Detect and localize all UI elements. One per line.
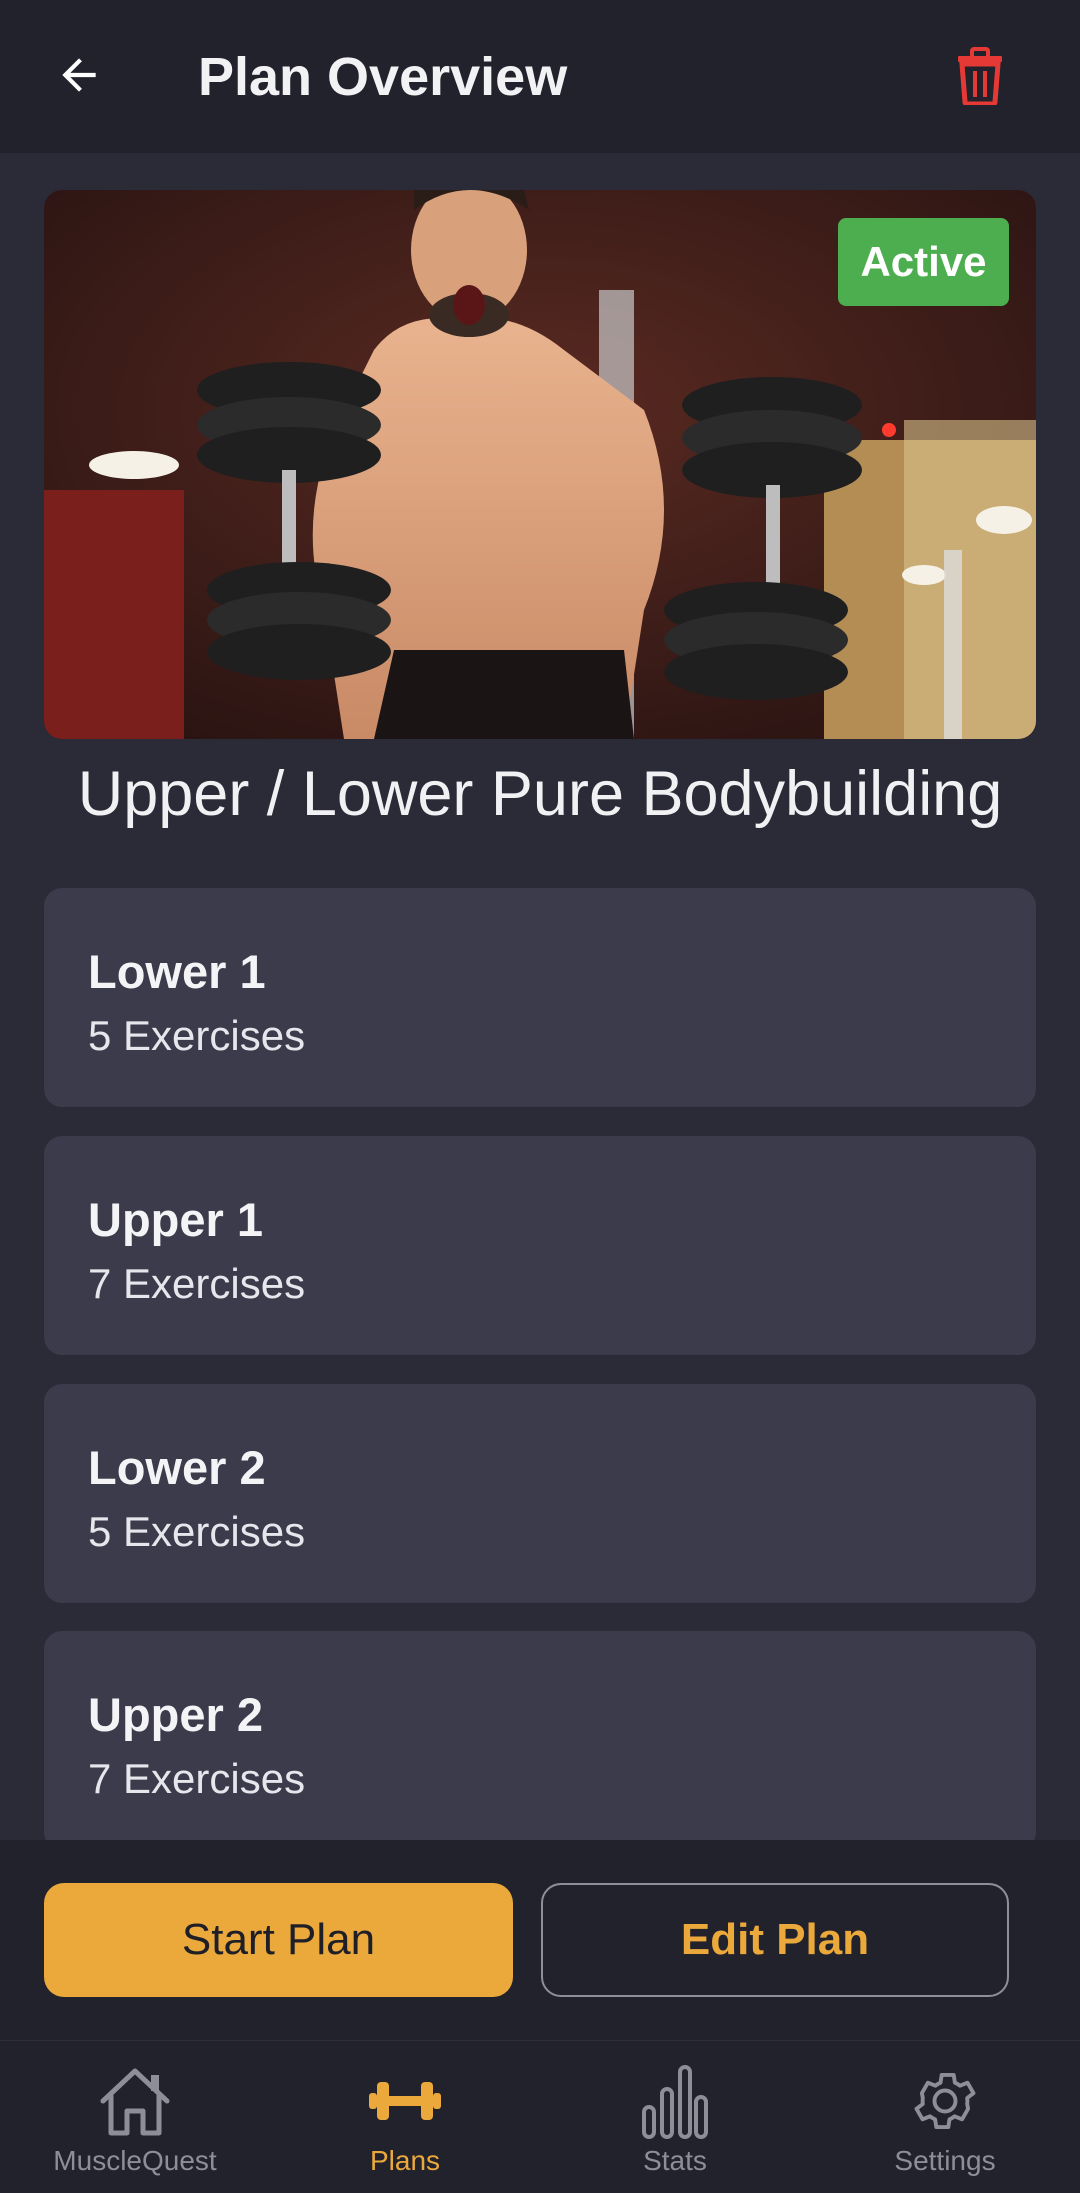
page-title: Plan Overview — [198, 47, 568, 107]
workout-card[interactable]: Upper 1 7 Exercises — [44, 1136, 1036, 1355]
home-icon — [100, 2068, 170, 2136]
workout-exercise-count: 7 Exercises — [88, 1755, 306, 1802]
top-app-bar: Plan Overview — [0, 0, 1080, 153]
nav-item-stats[interactable]: Stats — [540, 2041, 810, 2193]
workout-title: Lower 1 — [88, 945, 266, 998]
nav-label: Plans — [369, 2145, 441, 2176]
plan-action-bar: Start Plan Edit Plan — [0, 1840, 1080, 2040]
back-button[interactable] — [44, 40, 114, 110]
nav-item-plans[interactable]: Plans — [270, 2041, 540, 2193]
delete-plan-button[interactable] — [945, 40, 1015, 112]
workout-list[interactable]: Lower 1 5 Exercises Upper 1 7 Exercises … — [0, 880, 1080, 1840]
workout-card[interactable]: Lower 2 5 Exercises — [44, 1384, 1036, 1603]
workout-title: Lower 2 — [88, 1441, 266, 1494]
workout-card[interactable]: Upper 2 7 Exercises — [44, 1631, 1036, 1840]
gear-icon — [914, 2072, 976, 2130]
bar-chart-icon — [642, 2065, 708, 2139]
nav-label: Settings — [894, 2145, 996, 2176]
trash-icon — [958, 47, 1002, 105]
workout-exercise-count: 5 Exercises — [88, 1508, 306, 1555]
nav-label: Stats — [643, 2145, 707, 2176]
dumbbell-icon — [369, 2082, 441, 2120]
workout-title: Upper 1 — [88, 1193, 263, 1246]
bottom-navigation: MuscleQuest Plans Stats Settings — [0, 2040, 1080, 2193]
status-badge: Active — [838, 218, 1009, 306]
start-plan-button[interactable]: Start Plan — [44, 1883, 513, 1997]
workout-title: Upper 2 — [88, 1688, 263, 1741]
workout-exercise-count: 5 Exercises — [88, 1012, 306, 1059]
edit-plan-button[interactable]: Edit Plan — [541, 1883, 1009, 1997]
plan-overview-screen: Plan Overview Active Upper / Lower Pure … — [0, 0, 1080, 2193]
nav-label: MuscleQuest — [53, 2145, 217, 2176]
workout-card[interactable]: Lower 1 5 Exercises — [44, 888, 1036, 1107]
plan-name: Upper / Lower Pure Bodybuilding — [77, 759, 1003, 829]
arrow-left-icon — [62, 58, 96, 92]
nav-item-musclequest[interactable]: MuscleQuest — [0, 2041, 270, 2193]
workout-exercise-count: 7 Exercises — [88, 1260, 306, 1307]
nav-item-settings[interactable]: Settings — [810, 2041, 1080, 2193]
